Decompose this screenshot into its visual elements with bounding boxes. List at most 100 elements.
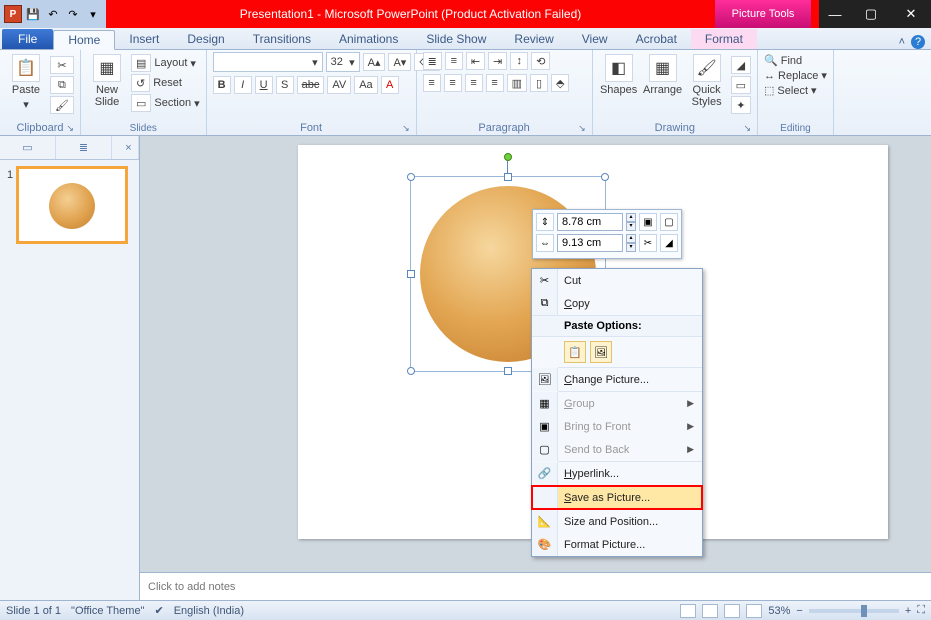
width-spin-down[interactable]: ▾ (626, 243, 636, 252)
strike-button[interactable]: abc (297, 76, 325, 94)
tab-animations[interactable]: Animations (325, 29, 412, 49)
zoom-slider[interactable] (809, 609, 899, 613)
select-button[interactable]: Select (777, 85, 808, 97)
slide-thumbnail-1[interactable]: 1 (16, 166, 128, 244)
spellcheck-icon[interactable]: ✔ (154, 604, 163, 617)
tab-insert[interactable]: Insert (115, 29, 173, 49)
arrange-button[interactable]: ▦Arrange (643, 52, 683, 96)
reset-button[interactable]: Reset (153, 77, 182, 89)
zoom-in-button[interactable]: + (905, 605, 911, 617)
menu-save-as-picture[interactable]: Save as Picture... (532, 486, 702, 509)
change-case-button[interactable]: Aa (354, 76, 377, 94)
tab-view[interactable]: View (568, 29, 622, 49)
fit-to-window-button[interactable]: ⛶ (917, 604, 925, 617)
numbering-button[interactable]: ≡ (445, 52, 463, 70)
bring-forward-icon[interactable]: ▣ (639, 213, 657, 231)
resize-handle-b[interactable] (504, 367, 512, 375)
bold-button[interactable]: B (213, 76, 231, 94)
tab-file[interactable]: File (2, 29, 53, 49)
tab-review[interactable]: Review (500, 29, 567, 49)
width-input[interactable]: 9.13 cm (557, 234, 623, 252)
paste-dropdown-icon[interactable]: ▾ (23, 98, 29, 111)
align-right-button[interactable]: ≡ (465, 74, 483, 92)
menu-format-picture[interactable]: 🎨Format Picture... (532, 533, 702, 556)
tab-home[interactable]: Home (53, 30, 115, 50)
notes-pane[interactable]: Click to add notes (140, 572, 931, 600)
line-spacing-button[interactable]: ↕ (510, 52, 528, 70)
shrink-font-button[interactable]: A▾ (388, 53, 411, 71)
tab-acrobat[interactable]: Acrobat (622, 29, 691, 49)
thumb-tab-outline[interactable]: ≣ (56, 136, 112, 159)
shapes-button[interactable]: ◧Shapes (599, 52, 639, 96)
replace-button[interactable]: Replace (778, 70, 818, 82)
minimize-ribbon-icon[interactable]: ˄ (899, 36, 905, 48)
chevron-down-icon[interactable]: ▾ (821, 69, 827, 82)
font-color-button[interactable]: A (381, 76, 399, 94)
justify-button[interactable]: ≡ (486, 74, 504, 92)
italic-button[interactable]: I (234, 76, 252, 94)
tab-format[interactable]: Format (691, 29, 757, 49)
help-icon[interactable]: ? (911, 35, 925, 49)
paragraph-dialog-launcher[interactable]: ↘ (578, 123, 586, 134)
cut-button[interactable]: ✂ (50, 56, 74, 74)
font-name-combo[interactable]: ▾ (213, 52, 323, 72)
drawing-dialog-launcher[interactable]: ↘ (743, 123, 751, 134)
send-backward-icon[interactable]: ▢ (660, 213, 678, 231)
tab-slide-show[interactable]: Slide Show (412, 29, 500, 49)
chevron-down-icon[interactable]: ▾ (194, 97, 200, 110)
underline-button[interactable]: U (255, 76, 273, 94)
smartart-button[interactable]: ⬘ (551, 74, 569, 92)
tab-transitions[interactable]: Transitions (239, 29, 325, 49)
reading-view-button[interactable] (724, 604, 740, 618)
minimize-button[interactable]: — (819, 0, 851, 28)
maximize-button[interactable]: ▢ (851, 0, 891, 28)
paste-option-picture[interactable]: 📋 (564, 341, 586, 363)
layout-button[interactable]: Layout (154, 57, 187, 69)
zoom-percent[interactable]: 53% (768, 605, 790, 617)
shape-effects-button[interactable]: ✦ (731, 96, 751, 114)
increase-indent-button[interactable]: ⇥ (488, 52, 507, 70)
font-dialog-launcher[interactable]: ↘ (402, 123, 410, 134)
slideshow-view-button[interactable] (746, 604, 762, 618)
height-input[interactable]: 8.78 cm (557, 213, 623, 231)
copy-button[interactable]: ⧉ (50, 76, 74, 94)
columns-button[interactable]: ▥ (507, 74, 527, 92)
menu-cut[interactable]: ✂Cut (532, 269, 702, 292)
find-button[interactable]: Find (781, 55, 802, 67)
decrease-indent-button[interactable]: ⇤ (466, 52, 485, 70)
shadow-button[interactable]: S (276, 76, 294, 94)
new-slide-button[interactable]: ▦ New Slide (87, 52, 127, 108)
clipboard-dialog-launcher[interactable]: ↘ (66, 123, 74, 134)
char-spacing-button[interactable]: AV (327, 76, 351, 94)
thumb-tab-slides[interactable]: ▭ (0, 136, 56, 159)
menu-size-and-position[interactable]: 📐Size and Position... (532, 510, 702, 533)
slide-editor[interactable]: ⇕ 8.78 cm ▴▾ ▣ ▢ ⇔ 9.13 cm ▴▾ ✂ ◢ ✂Cut ⧉… (140, 136, 931, 600)
font-size-combo[interactable]: 32▾ (326, 52, 360, 72)
menu-change-picture[interactable]: 🖼Change Picture... (532, 368, 702, 391)
format-painter-button[interactable]: 🖌 (50, 96, 74, 114)
resize-handle-l[interactable] (407, 270, 415, 278)
zoom-out-button[interactable]: − (796, 605, 802, 617)
shape-fill-button[interactable]: ◢ (731, 56, 751, 74)
resize-handle-tr[interactable] (601, 173, 609, 181)
normal-view-button[interactable] (680, 604, 696, 618)
height-spin-up[interactable]: ▴ (626, 213, 636, 222)
align-left-button[interactable]: ≡ (423, 74, 441, 92)
quick-styles-button[interactable]: 🖌Quick Styles (687, 52, 727, 108)
qat-save-icon[interactable]: 💾 (24, 5, 42, 23)
resize-handle-tl[interactable] (407, 173, 415, 181)
shape-outline-button[interactable]: ▭ (731, 76, 751, 94)
menu-hyperlink[interactable]: 🔗Hyperlink... (532, 462, 702, 485)
bullets-button[interactable]: ≣ (423, 52, 442, 70)
resize-handle-t[interactable] (504, 173, 512, 181)
thumb-pane-close-icon[interactable]: × (119, 136, 139, 159)
paste-option-keep[interactable]: 🖼 (590, 341, 612, 363)
height-spin-down[interactable]: ▾ (626, 222, 636, 231)
paste-button[interactable]: 📋 Paste ▾ (6, 52, 46, 111)
section-button[interactable]: Section (154, 97, 191, 109)
rotation-handle[interactable] (504, 153, 512, 161)
resize-handle-bl[interactable] (407, 367, 415, 375)
qat-redo-icon[interactable]: ↷ (64, 5, 82, 23)
qat-undo-icon[interactable]: ↶ (44, 5, 62, 23)
tab-design[interactable]: Design (173, 29, 238, 49)
